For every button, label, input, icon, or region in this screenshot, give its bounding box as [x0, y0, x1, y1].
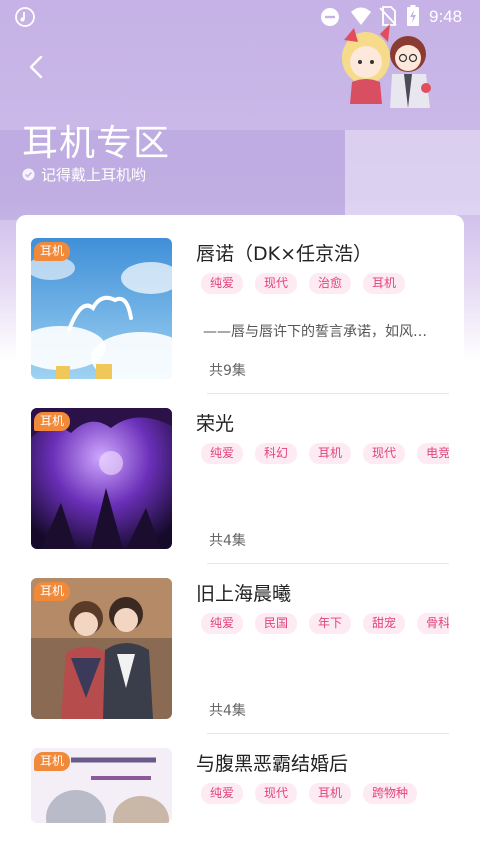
list-item[interactable]: 耳机 旧上海晨曦 纯爱 民国 年下 甜宠 骨科 共4集	[31, 555, 449, 734]
tag[interactable]: 跨物种	[363, 783, 418, 804]
item-description: ——唇与唇许下的誓言承诺，如风…	[203, 324, 427, 340]
tag-list: 纯爱 现代 治愈 耳机	[201, 272, 449, 294]
tag[interactable]: 纯爱	[201, 613, 244, 634]
tag[interactable]: 纯爱	[201, 273, 244, 294]
tag[interactable]: 民国	[255, 613, 298, 634]
tag[interactable]: 治愈	[309, 273, 352, 294]
tag[interactable]: 骨科	[417, 613, 449, 634]
cover-image[interactable]: 耳机	[31, 238, 172, 379]
tag[interactable]: 甜宠	[363, 613, 406, 634]
item-title[interactable]: 与腹黑恶霸结婚后	[196, 749, 348, 776]
episode-count: 共4集	[209, 703, 246, 719]
list-item[interactable]: 耳机 荣光 纯爱 科幻 耳机 现代 电竞 共4集	[31, 385, 449, 564]
episode-count: 共4集	[209, 533, 246, 549]
tag[interactable]: 现代	[255, 783, 298, 804]
check-circle-icon	[22, 168, 35, 181]
cover-image[interactable]: 耳机	[31, 408, 172, 549]
subtitle-row: 记得戴上耳机哟	[22, 164, 146, 185]
earphone-badge: 耳机	[34, 412, 71, 431]
tag[interactable]: 耳机	[363, 273, 406, 294]
tag[interactable]: 现代	[255, 273, 298, 294]
item-title[interactable]: 荣光	[196, 409, 234, 436]
earphone-badge: 耳机	[34, 582, 71, 601]
tag[interactable]: 年下	[309, 613, 352, 634]
cover-image[interactable]: 耳机	[31, 578, 172, 719]
tag-list: 纯爱 现代 耳机 跨物种	[201, 782, 449, 804]
list-item[interactable]: 耳机 与腹黑恶霸结婚后 纯爱 现代 耳机 跨物种	[31, 725, 449, 853]
earphone-badge: 耳机	[34, 242, 71, 261]
tag[interactable]: 现代	[363, 443, 406, 464]
cover-image[interactable]: 耳机	[31, 748, 172, 823]
header-decoration-band-light	[345, 130, 480, 215]
mascot-illustration	[342, 24, 431, 108]
tag[interactable]: 科幻	[255, 443, 298, 464]
tag[interactable]: 耳机	[309, 443, 352, 464]
back-arrow-icon[interactable]	[22, 52, 52, 82]
audio-list-card: 耳机 唇诺（DK×任京浩） 纯爱 现代 治愈 耳机 ——唇与唇许下的誓言承诺，如风… …	[16, 215, 464, 853]
tag-list: 纯爱 民国 年下 甜宠 骨科	[201, 612, 449, 634]
item-title[interactable]: 唇诺（DK×任京浩）	[196, 239, 372, 266]
tag-list: 纯爱 科幻 耳机 现代 电竞	[201, 442, 449, 464]
earphone-badge: 耳机	[34, 752, 71, 771]
tag[interactable]: 耳机	[309, 783, 352, 804]
tag[interactable]: 电竞	[417, 443, 449, 464]
episode-count: 共9集	[209, 363, 246, 379]
list-item[interactable]: 耳机 唇诺（DK×任京浩） 纯爱 现代 治愈 耳机 ——唇与唇许下的誓言承诺，如风… …	[31, 215, 449, 394]
tag[interactable]: 纯爱	[201, 783, 244, 804]
music-note-icon	[15, 7, 35, 27]
tag[interactable]: 纯爱	[201, 443, 244, 464]
item-title[interactable]: 旧上海晨曦	[196, 579, 291, 606]
page-title: 耳机专区	[22, 123, 171, 164]
subtitle-text: 记得戴上耳机哟	[41, 166, 147, 184]
